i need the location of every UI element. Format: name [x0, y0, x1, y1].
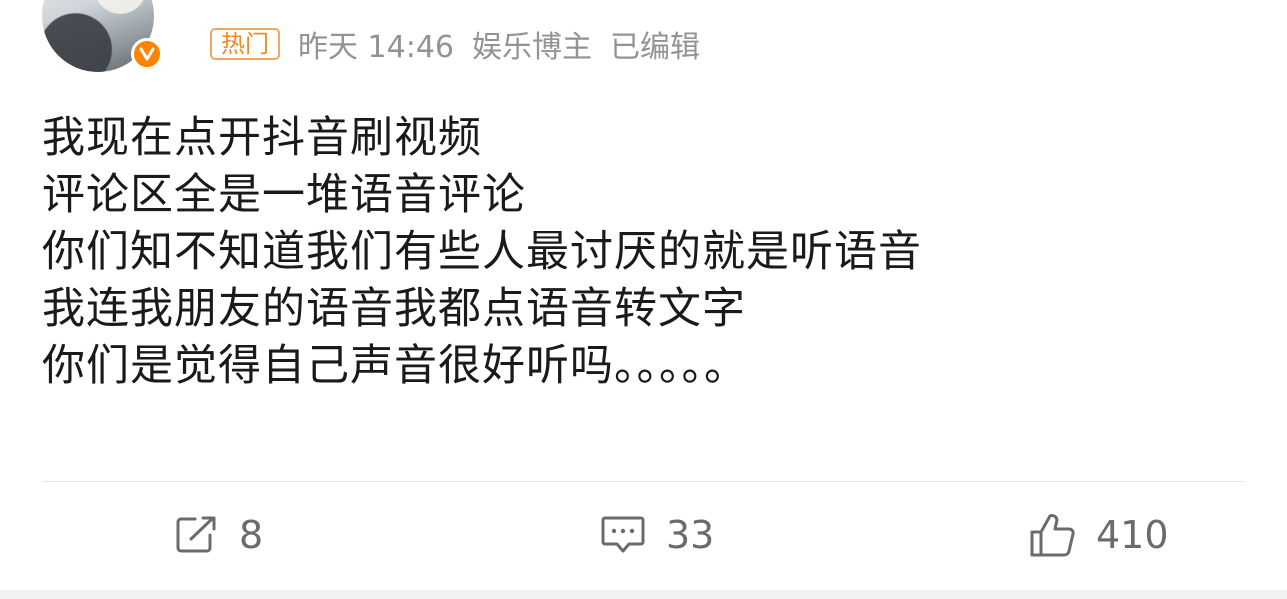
edited-label[interactable]: 已编辑	[610, 22, 700, 66]
divider	[42, 481, 1245, 482]
comment-button[interactable]: 33	[600, 510, 714, 560]
thumbs-up-icon	[1028, 512, 1076, 558]
repost-count: 8	[239, 513, 264, 557]
author-role: 娱乐博主	[472, 30, 592, 65]
post-meta: 热门 昨天 14:46 娱乐博主 已编辑	[210, 22, 700, 66]
weibo-post-card: 热门 昨天 14:46 娱乐博主 已编辑 我现在点开抖音刷视频 评论区全是一堆语…	[0, 0, 1287, 590]
repost-icon	[175, 515, 219, 555]
repost-button[interactable]: 8	[175, 510, 263, 560]
like-count: 410	[1096, 513, 1169, 557]
hot-badge: 热门	[210, 28, 280, 60]
comment-count: 33	[666, 513, 715, 557]
verified-v-icon	[131, 38, 163, 70]
comment-icon	[600, 514, 646, 556]
post-text-line: 你们是觉得自己声音很好听吗。。。。。	[42, 341, 748, 391]
like-button[interactable]: 410	[1028, 510, 1169, 560]
post-text-line: 你们知不知道我们有些人最讨厌的就是听语音	[42, 227, 922, 277]
post-text-line: 我连我朋友的语音我都点语音转文字	[42, 284, 746, 334]
post-text-line: 我现在点开抖音刷视频	[42, 113, 482, 163]
feed-separator	[0, 590, 1287, 599]
post-time: 昨天 14:46	[298, 30, 454, 65]
post-text: 我现在点开抖音刷视频 评论区全是一堆语音评论 你们知不知道我们有些人最讨厌的就是…	[42, 110, 1242, 395]
post-text-line: 评论区全是一堆语音评论	[42, 170, 526, 220]
